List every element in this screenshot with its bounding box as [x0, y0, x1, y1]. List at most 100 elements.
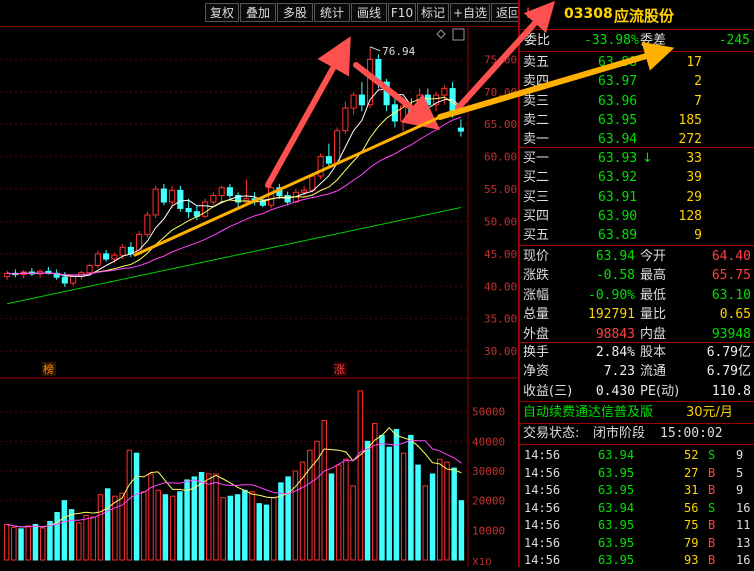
tick-row: 14:56 63.94 56 S 16	[520, 499, 754, 518]
tick-time: 14:56	[524, 448, 561, 462]
tick-time: 14:56	[524, 483, 561, 497]
volume-bar	[198, 471, 205, 561]
tick-side: B	[708, 553, 716, 567]
toolbar-button-0[interactable]: 复权	[205, 3, 239, 22]
stat-value: 65.75	[711, 268, 751, 284]
ask-row: 卖五 63.98 17	[520, 53, 754, 72]
tick-n: 9	[736, 448, 744, 462]
tick-n: 11	[736, 518, 751, 532]
tick-price: 63.95	[598, 535, 635, 550]
stat-label: 股本	[640, 345, 667, 360]
tick-side: B	[708, 518, 716, 532]
bid-volume: 9	[694, 228, 702, 244]
stock-code[interactable]: 03308	[564, 6, 613, 22]
volume-bar	[227, 495, 234, 561]
stat-label: PE(动)	[640, 383, 680, 399]
stats-row: 净资 7.23 流通 6.79亿	[520, 362, 754, 381]
tick-vol: 79	[684, 535, 699, 550]
chart-toolbar: 复权 叠加 多股 统计 画线 F10 标记 +自选 返回	[0, 0, 525, 27]
tick-time: 14:56	[524, 553, 561, 567]
kline-svg[interactable]: 30.00 35.00 40.00 45.00 50.00 55.00 60.00 65.00…	[0, 27, 518, 568]
volume-bar	[400, 452, 407, 561]
quote-row: 外盘 98843 内盘 93948	[520, 325, 754, 344]
stat-label: 涨幅	[523, 287, 550, 303]
volume-bar	[133, 452, 140, 561]
kline-chart-area[interactable]: 30.00 35.00 40.00 45.00 50.00 55.00 60.00 65.00…	[0, 27, 518, 568]
stat-label: 最高	[640, 268, 667, 284]
tick-time: 14:56	[524, 535, 561, 550]
tick-price: 63.94	[598, 500, 635, 515]
tick-vol: 56	[684, 500, 699, 515]
toolbar-button-4[interactable]: 画线	[351, 3, 387, 22]
volume-bar	[126, 449, 133, 561]
ask-label: 卖三	[523, 93, 550, 109]
volume-bar	[328, 473, 335, 561]
bid-price: 63.89	[598, 228, 638, 244]
stat-label: 收益(三)	[523, 383, 573, 399]
toolbar-button-5[interactable]: F10	[388, 3, 416, 22]
promo-banner[interactable]: 自动续费通达信普及版 30元/月	[520, 403, 754, 422]
bid-volume: 29	[686, 189, 702, 205]
volume-bar	[90, 516, 96, 561]
tick-time: 14:56	[524, 465, 561, 480]
tick-row: 14:56 63.95 79 B 13	[520, 534, 754, 553]
volume-bar	[422, 485, 429, 561]
toolbar-button-3[interactable]: 统计	[314, 3, 350, 22]
volume-bar	[97, 494, 104, 561]
volume-bar	[386, 446, 392, 561]
volume-unit-label: X10	[472, 557, 492, 567]
status-label: 交易状态:	[523, 426, 580, 441]
volume-bar	[83, 515, 89, 561]
y-tick-label: 30.00	[484, 345, 517, 358]
candle-body	[284, 195, 291, 203]
toolbar-button-2[interactable]: 多股	[277, 3, 313, 22]
stat-value: -0.58	[595, 268, 635, 284]
volume-bar	[436, 458, 443, 561]
tick-row: 14:56 63.95 93 B 16	[520, 551, 754, 570]
candle-body	[86, 265, 93, 274]
candle-body	[119, 246, 126, 256]
ask-row: 卖四 63.97 2	[520, 72, 754, 91]
stat-value: 0.430	[595, 383, 635, 399]
stock-name[interactable]: 应流股份	[614, 5, 674, 26]
candle-body	[268, 187, 275, 206]
ask-row: 卖三 63.96 7	[520, 92, 754, 111]
ask-row: 卖二 63.95 185	[520, 111, 754, 130]
volume-bar	[314, 440, 320, 561]
stock-header: L R 03308 应流股份	[520, 0, 754, 28]
volume-bar	[350, 485, 356, 561]
order-ratio-row: 委比 -33.98% 委差 -245	[520, 31, 754, 50]
candle-body	[111, 254, 118, 260]
y-tick-label: 45.00	[484, 248, 517, 261]
volume-bar	[357, 390, 364, 561]
volume-bar	[415, 464, 421, 561]
stat-value: 192791	[588, 307, 635, 323]
volume-bar	[393, 428, 400, 561]
tick-vol: 93	[684, 553, 699, 567]
candle-body	[309, 175, 316, 191]
zhang-tag: 涨	[334, 363, 345, 376]
tick-price: 63.95	[598, 553, 635, 567]
toolbar-button-6[interactable]: 标记	[417, 3, 449, 22]
window-toggle-icon	[452, 28, 465, 41]
ask-price: 63.98	[598, 55, 638, 70]
tick-vol: 75	[684, 518, 699, 532]
volume-bar	[141, 491, 147, 561]
ask-label: 卖五	[523, 55, 550, 70]
tick-time: 14:56	[524, 518, 561, 532]
tick-vol: 31	[684, 483, 699, 497]
candle-body	[301, 189, 308, 193]
y-tick-label: 65.00	[484, 118, 517, 131]
tick-n: 16	[736, 553, 751, 567]
stat-value: 6.79亿	[706, 345, 751, 360]
market-tag: L	[526, 6, 534, 22]
volume-bar	[177, 491, 183, 561]
volume-bar	[249, 491, 255, 561]
y-tick-label: 35.00	[484, 313, 517, 326]
toolbar-button-7[interactable]: +自选	[450, 3, 490, 22]
ask-volume: 17	[686, 55, 702, 70]
candle-body	[169, 189, 176, 203]
volume-bar	[32, 523, 39, 561]
toolbar-button-1[interactable]: 叠加	[240, 3, 276, 22]
y-tick-label: 55.00	[484, 183, 517, 196]
